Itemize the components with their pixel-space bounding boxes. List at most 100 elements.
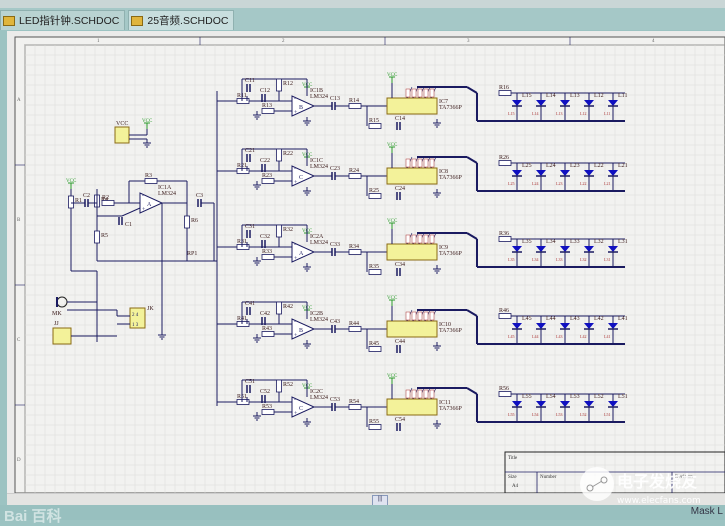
capacitor-label: C12 bbox=[260, 88, 270, 94]
ic-type: TA7366P bbox=[439, 105, 463, 111]
led-label: L12 bbox=[580, 111, 586, 116]
pin: 1 3 bbox=[132, 323, 139, 328]
led-label: L31 bbox=[604, 257, 610, 262]
resistor-label: R3 bbox=[145, 173, 152, 179]
resistor bbox=[276, 379, 282, 393]
resistor-array bbox=[405, 158, 411, 168]
resistor bbox=[276, 224, 282, 238]
led-label: L51 bbox=[618, 394, 628, 400]
resistor bbox=[276, 148, 282, 162]
led-label: L44 bbox=[546, 316, 556, 322]
resistor-array bbox=[429, 234, 435, 244]
resistor-array bbox=[429, 158, 435, 168]
resistor bbox=[101, 200, 115, 206]
resistor-array bbox=[429, 389, 435, 399]
opamp-unit: A bbox=[299, 251, 304, 257]
resistor-label: R42 bbox=[283, 304, 293, 310]
document-tabs: LED指针钟.SCHDOC 25音频.SCHDOC bbox=[0, 8, 725, 30]
resistor-array bbox=[417, 88, 423, 98]
vcc-label: VCC bbox=[387, 73, 398, 78]
pin: - bbox=[294, 166, 296, 172]
capacitor-label: C33 bbox=[330, 242, 340, 248]
opamp-type: LM324 bbox=[310, 94, 328, 100]
led-label: L11 bbox=[618, 93, 627, 99]
pin: 2 4 bbox=[132, 313, 139, 318]
resistor-array bbox=[417, 158, 423, 168]
resistor-label: R46 bbox=[499, 308, 509, 314]
vcc-label: VCC bbox=[387, 143, 398, 148]
resistor bbox=[348, 173, 362, 179]
resistor-label: R12 bbox=[283, 81, 293, 87]
schematic-file-icon bbox=[131, 15, 144, 26]
led-label: L23 bbox=[570, 163, 580, 169]
led-label: L11 bbox=[604, 111, 610, 116]
tab-audio[interactable]: 25音频.SCHDOC bbox=[128, 10, 235, 30]
led-label: L44 bbox=[532, 334, 538, 339]
jack-label: JJ bbox=[54, 321, 59, 327]
bar-driver-ic bbox=[386, 167, 438, 185]
mic-label: MK bbox=[52, 311, 62, 317]
opamp-unit: B bbox=[299, 105, 303, 111]
resistor bbox=[261, 108, 275, 114]
resistor bbox=[368, 193, 382, 199]
led-label: L51 bbox=[604, 412, 610, 417]
schematic-drawing: 1 2 3 4ABCD TitleSizeA4Number RevisionVCC VCCV… bbox=[14, 36, 725, 494]
resistor-array bbox=[417, 234, 423, 244]
ic-type: TA7366P bbox=[439, 251, 463, 257]
vcc-label: VCC bbox=[387, 374, 398, 379]
led-label: L21 bbox=[604, 181, 610, 186]
bar-driver-ic bbox=[386, 398, 438, 416]
opamp-type: LM324 bbox=[310, 240, 328, 246]
resistor-array bbox=[417, 389, 423, 399]
capacitor-label: C21 bbox=[245, 148, 255, 154]
resistor-array bbox=[429, 311, 435, 321]
resistor-array bbox=[405, 234, 411, 244]
resistor-array bbox=[429, 88, 435, 98]
capacitor-label: C2 bbox=[83, 193, 90, 199]
capacitor-label: C3 bbox=[196, 193, 203, 199]
resistor-label: R14 bbox=[349, 98, 359, 104]
resistor-label: R15 bbox=[369, 118, 379, 124]
opamp-unit: C bbox=[299, 406, 303, 412]
resistor bbox=[348, 326, 362, 332]
resistor-label: R35 bbox=[369, 264, 379, 270]
vcc-connector bbox=[114, 126, 130, 144]
tab-label: LED指针钟.SCHDOC bbox=[19, 15, 120, 27]
resistor-array bbox=[411, 88, 417, 98]
resistor-label: R36 bbox=[499, 231, 509, 237]
resistor bbox=[348, 103, 362, 109]
resistor-array bbox=[423, 389, 429, 399]
led-label: L54 bbox=[532, 412, 538, 417]
resistor-label: R5 bbox=[101, 233, 108, 239]
bar-driver-ic bbox=[386, 97, 438, 115]
resistor-label: R26 bbox=[499, 155, 509, 161]
resistor-label: R6 bbox=[191, 218, 198, 224]
led-label: L14 bbox=[532, 111, 538, 116]
ic-type: TA7366P bbox=[439, 175, 463, 181]
resistor-label: R34 bbox=[349, 244, 359, 250]
led-label: L53 bbox=[556, 412, 562, 417]
resistor-label: R24 bbox=[349, 168, 359, 174]
opamp-type: LM324 bbox=[310, 164, 328, 170]
led-label: L35 bbox=[508, 257, 514, 262]
capacitor-label: C31 bbox=[245, 224, 255, 230]
resistor bbox=[498, 313, 512, 319]
resistor bbox=[68, 195, 74, 209]
elecfans-watermark: 电子发烧友 www.elecfans.com bbox=[580, 467, 701, 506]
led-label: L13 bbox=[556, 111, 562, 116]
capacitor-label: C51 bbox=[245, 379, 255, 385]
resistor bbox=[368, 346, 382, 352]
capacitor-label: C32 bbox=[260, 234, 270, 240]
resistor-label: R53 bbox=[262, 404, 272, 410]
capacitor-label: C1 bbox=[125, 222, 132, 228]
resistor bbox=[276, 78, 282, 92]
schematic-canvas[interactable]: 1 2 3 4 A B C D Title Size A4 Number Revision VCC VCC V… bbox=[7, 31, 725, 494]
vcc-label: VCC bbox=[387, 219, 398, 224]
resistor-label: R52 bbox=[283, 382, 293, 388]
led-label: L31 bbox=[618, 239, 628, 245]
tab-led-clock[interactable]: LED指针钟.SCHDOC bbox=[0, 10, 126, 30]
led-label: L45 bbox=[508, 334, 514, 339]
resistor bbox=[368, 269, 382, 275]
capacitor-label: C13 bbox=[330, 96, 340, 102]
capacitor-label: C42 bbox=[260, 311, 270, 317]
